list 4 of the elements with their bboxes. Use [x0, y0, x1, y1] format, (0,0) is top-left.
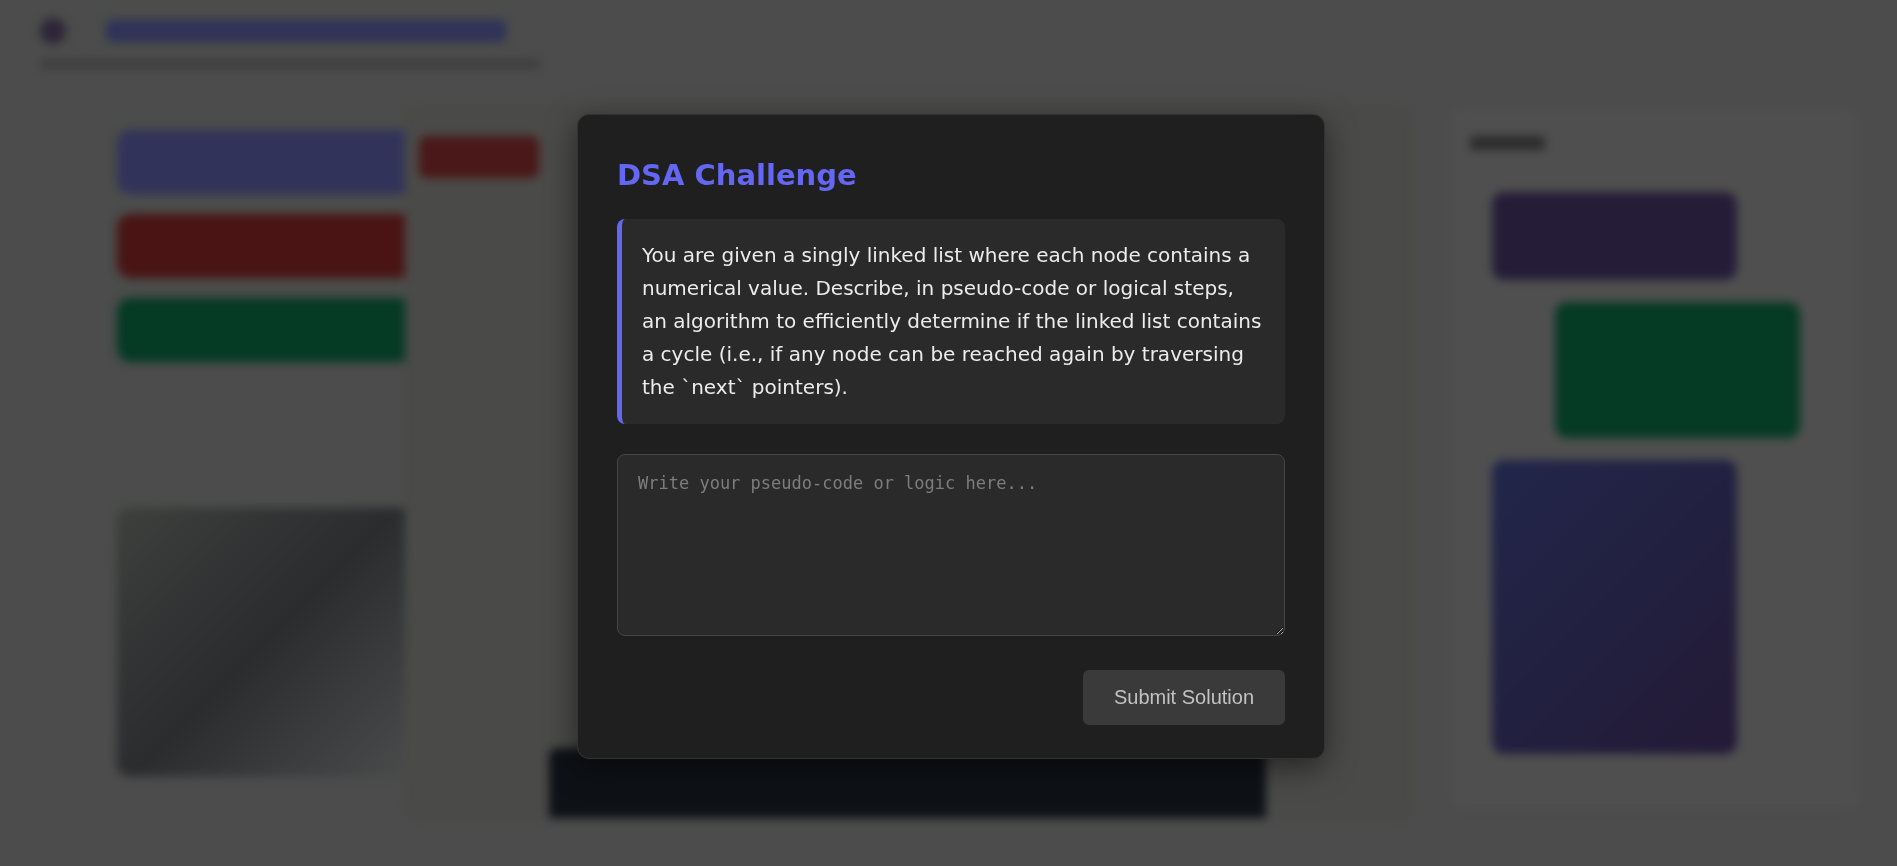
answer-field[interactable]: Write your pseudo-code or logic here... [617, 454, 1285, 636]
problem-statement: You are given a singly linked list where each node contains a numerical value. Describe, in pseudo-code or logical steps, an algorithm to efficiently determine if the linked list contains a cycle (i.e., if any node can be reached again by traversing the `next` pointers). [617, 219, 1285, 424]
submit-button[interactable]: Submit Solution [1082, 670, 1285, 725]
dialog-title: DSA Challenge [617, 157, 857, 194]
